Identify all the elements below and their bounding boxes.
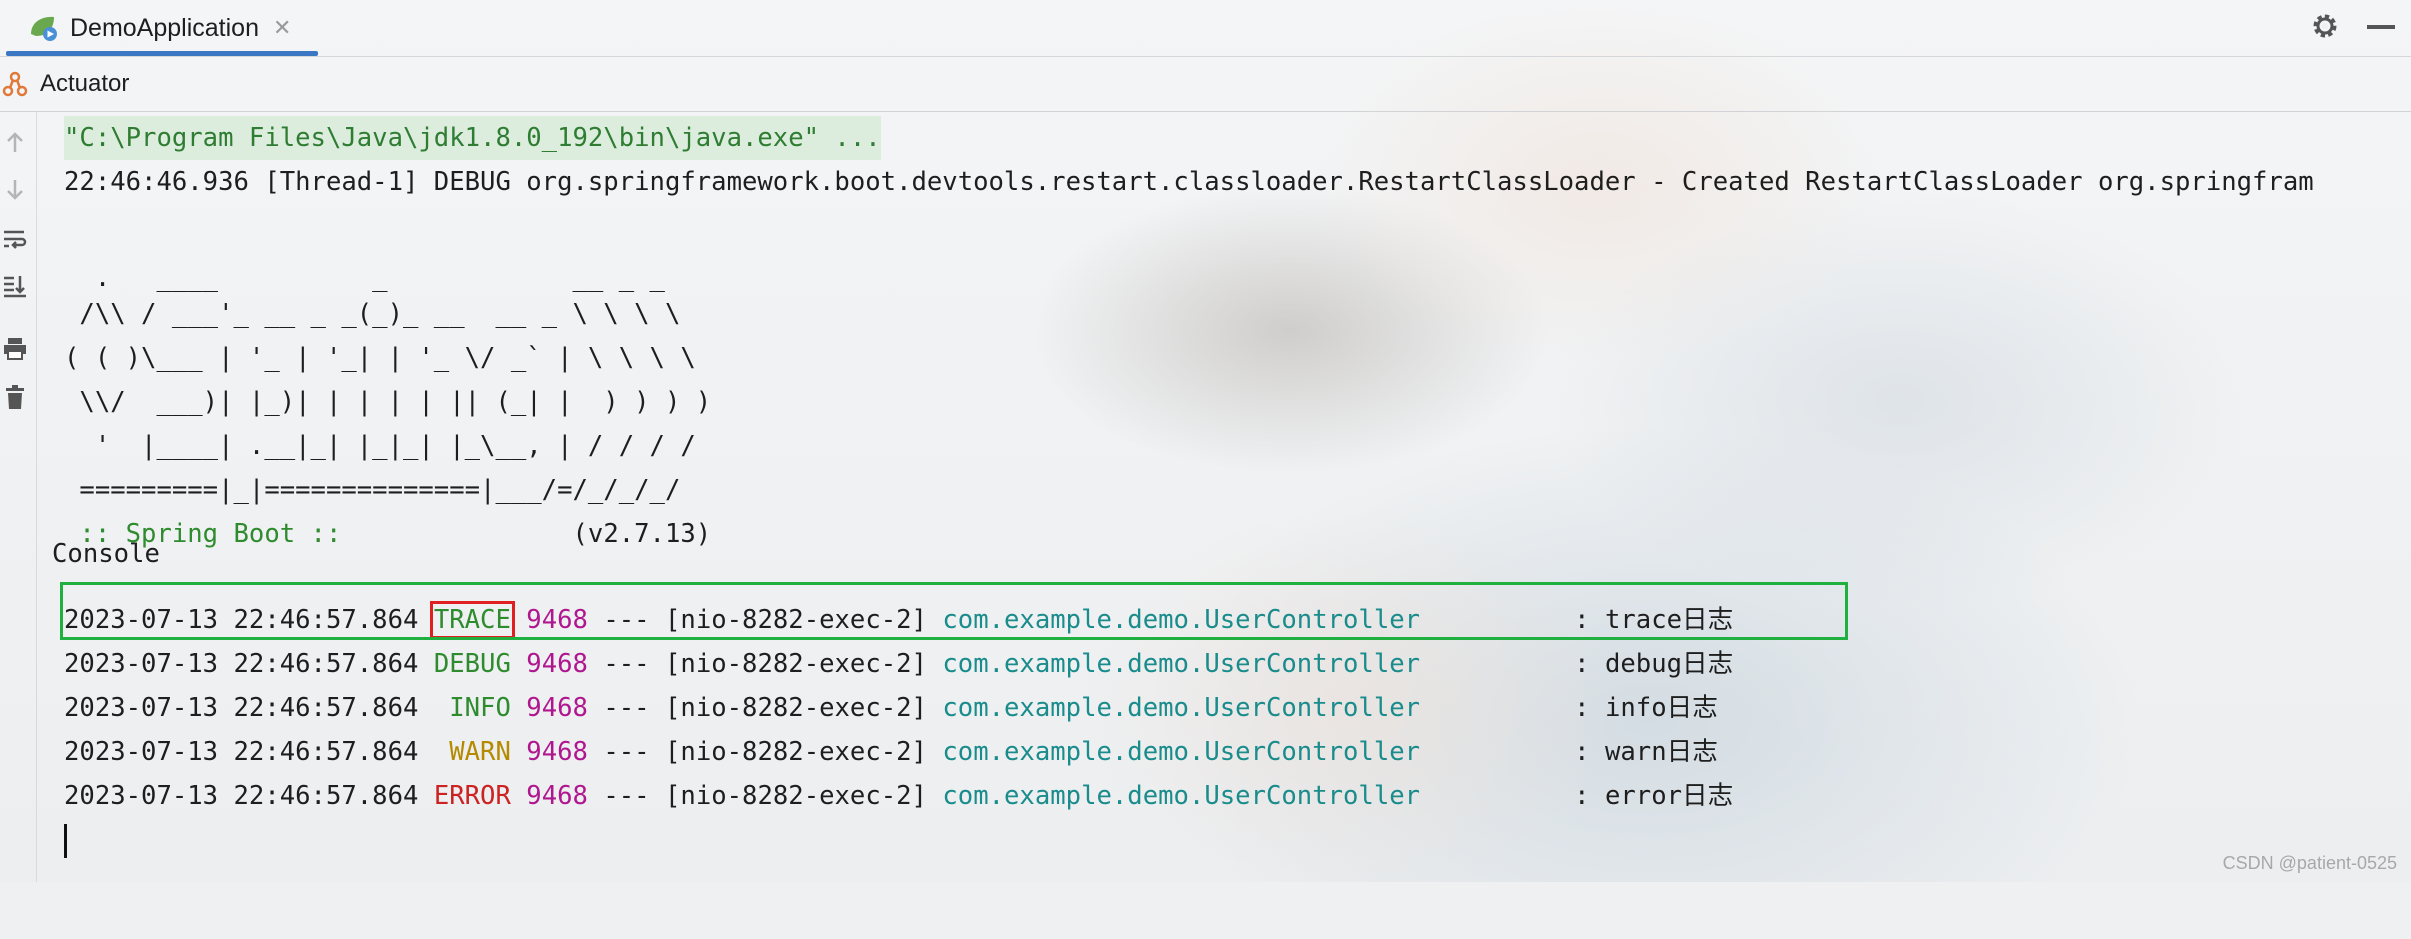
watermark: CSDN @patient-0525 (2222, 853, 2397, 873)
log-pid: 9468 (526, 737, 588, 767)
log-message: : debug日志 (1574, 649, 1734, 679)
log-thread: [nio-8282-exec-2] (665, 693, 927, 723)
console-side-toolbar (0, 112, 37, 882)
log-logger[interactable]: com.example.demo.UserController (942, 605, 1420, 635)
soft-wrap-icon[interactable] (0, 224, 30, 254)
banner-line: =========|_|==============|___/=/_/_/_/ (64, 475, 681, 505)
close-icon[interactable]: ✕ (273, 15, 291, 41)
log-message: : trace日志 (1574, 605, 1734, 635)
log-thread: [nio-8282-exec-2] (665, 649, 927, 679)
log-level-debug: DEBUG (433, 649, 511, 679)
log-separator: --- (603, 605, 650, 635)
run-tab-label: DemoApplication (70, 13, 259, 42)
devtools-debug-line: 22:46:46.936 [Thread-1] DEBUG org.spring… (64, 167, 2314, 197)
banner-line: \\/ ___)| |_)| | | | | || (_| | ) ) ) ) (64, 387, 712, 417)
log-level-trace: TRACE (429, 601, 515, 639)
log-line: 2023-07-13 22:46:57.864 DEBUG 9468 --- [… (64, 642, 1733, 686)
clear-icon[interactable] (0, 382, 30, 412)
minimize-icon[interactable] (2367, 25, 2395, 29)
actuator-icon (2, 71, 28, 97)
banner-line: ' |____| .__|_| |_|_| |_\__, | / / / / (64, 431, 696, 461)
log-timestamp: 2023-07-13 22:46:57.864 (64, 649, 419, 679)
run-tab-demoapplication[interactable]: DemoApplication ✕ (6, 0, 318, 56)
log-logger[interactable]: com.example.demo.UserController (942, 737, 1420, 767)
log-separator: --- (603, 649, 650, 679)
log-thread: [nio-8282-exec-2] (665, 605, 927, 635)
console-output[interactable]: "C:\Program Files\Java\jdk1.8.0_192\bin\… (42, 112, 2402, 882)
log-message: : warn日志 (1574, 737, 1718, 767)
log-timestamp: 2023-07-13 22:46:57.864 (64, 737, 419, 767)
spring-boot-version: (v2.7.13) (356, 519, 712, 549)
tab-actuator-label: Actuator (40, 70, 130, 97)
print-icon[interactable] (0, 334, 30, 364)
log-line: 2023-07-13 22:46:57.864 WARN 9468 --- [n… (64, 730, 1718, 774)
command-line: "C:\Program Files\Java\jdk1.8.0_192\bin\… (64, 116, 881, 160)
log-timestamp: 2023-07-13 22:46:57.864 (64, 781, 419, 811)
spring-boot-version-line: :: Spring Boot :: (v2.7.13) (64, 512, 711, 556)
run-tool-window-header: DemoApplication ✕ (0, 0, 2411, 57)
log-level-warn: WARN (433, 737, 511, 767)
banner-line: /\\ / ___'_ __ _ _(_)_ __ __ _ \ \ \ \ (64, 299, 681, 329)
log-thread: [nio-8282-exec-2] (665, 737, 927, 767)
arrow-up-icon[interactable] (0, 128, 30, 158)
tab-actuator[interactable]: Actuator (0, 57, 129, 111)
gear-icon[interactable] (2309, 10, 2341, 42)
spring-boot-label: :: Spring Boot :: (64, 519, 357, 549)
log-logger[interactable]: com.example.demo.UserController (942, 693, 1420, 723)
log-line: 2023-07-13 22:46:57.864 TRACE 9468 --- [… (64, 598, 1733, 642)
log-level-info: INFO (433, 693, 511, 723)
scroll-to-end-icon[interactable] (0, 270, 30, 300)
log-separator: --- (603, 693, 650, 723)
log-logger[interactable]: com.example.demo.UserController (942, 781, 1420, 811)
log-line: 2023-07-13 22:46:57.864 ERROR 9468 --- [… (64, 774, 1733, 818)
banner-line: ( ( )\___ | '_ | '_| | '_ \/ _` | \ \ \ … (64, 343, 696, 373)
arrow-down-icon[interactable] (0, 174, 30, 204)
log-pid: 9468 (526, 693, 588, 723)
log-logger[interactable]: com.example.demo.UserController (942, 649, 1420, 679)
log-thread: [nio-8282-exec-2] (665, 781, 927, 811)
active-tab-indicator (6, 51, 318, 56)
log-level-error: ERROR (433, 781, 511, 811)
log-pid: 9468 (526, 781, 588, 811)
console-tab-bar: Console Actuator (0, 57, 2411, 569)
text-cursor (64, 824, 67, 858)
log-separator: --- (603, 781, 650, 811)
spring-run-icon (31, 16, 57, 41)
log-message: : error日志 (1574, 781, 1734, 811)
log-separator: --- (603, 737, 650, 767)
log-pid: 9468 (526, 605, 588, 635)
log-message: : info日志 (1574, 693, 1718, 723)
log-pid: 9468 (526, 649, 588, 679)
log-timestamp: 2023-07-13 22:46:57.864 (64, 605, 419, 635)
log-line: 2023-07-13 22:46:57.864 INFO 9468 --- [n… (64, 686, 1718, 730)
log-timestamp: 2023-07-13 22:46:57.864 (64, 693, 419, 723)
